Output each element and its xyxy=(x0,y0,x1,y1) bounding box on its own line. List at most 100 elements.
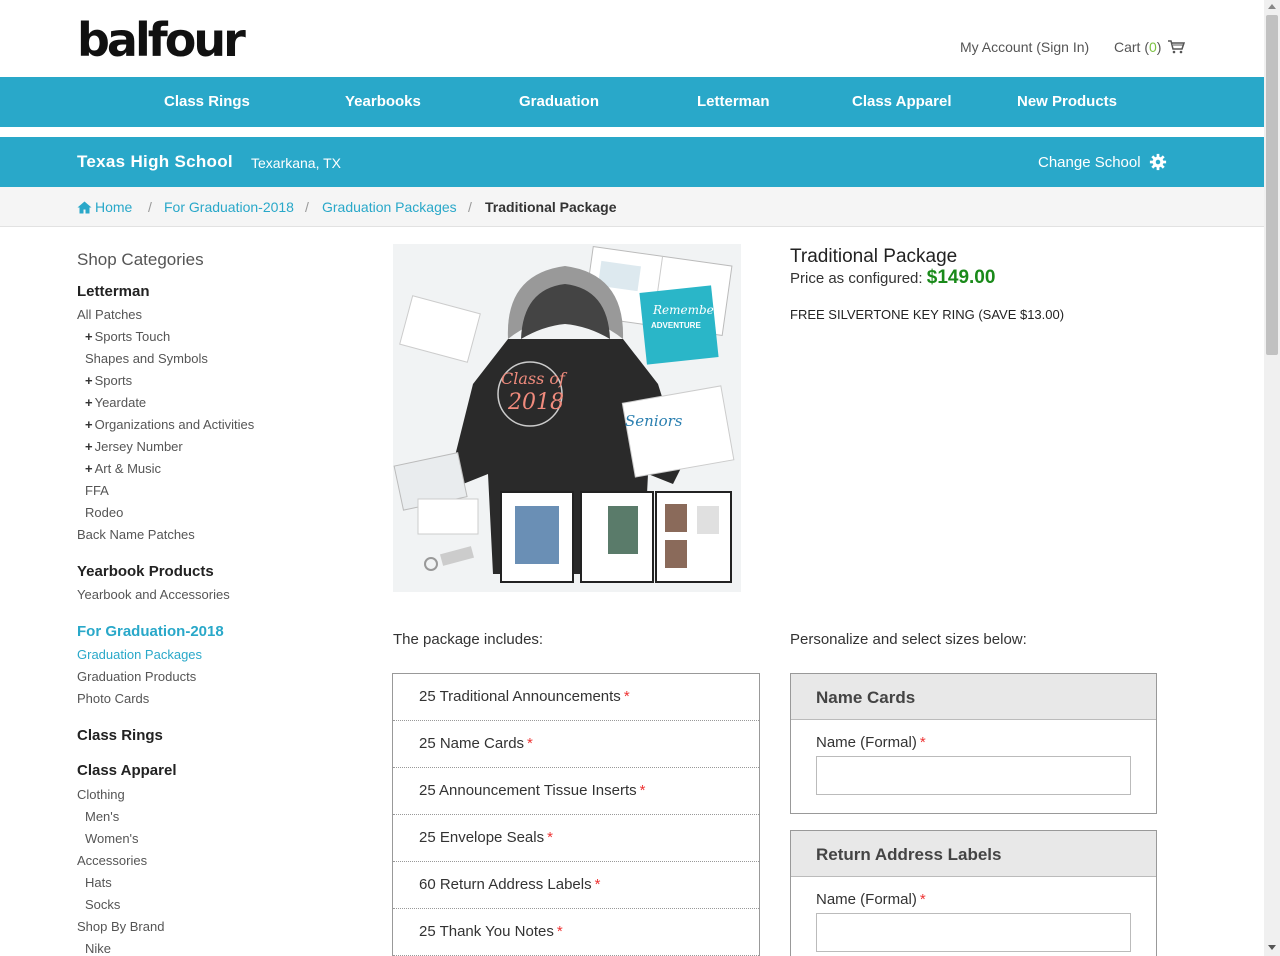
sidebar-item-label: Yeardate xyxy=(94,395,147,410)
sidebar-item-graduation-packages[interactable]: Graduation Packages xyxy=(77,647,202,662)
plus-icon: + xyxy=(85,417,93,432)
sidebar-item-sports[interactable]: + Sports xyxy=(85,373,132,388)
name-cards-heading: Name Cards xyxy=(791,674,1156,720)
name-formal-label-text: Name (Formal) xyxy=(816,891,917,908)
personalize-title: Personalize and select sizes below: xyxy=(790,631,1027,648)
envelope-white xyxy=(417,498,479,535)
school-bar: Texas High School Texarkana, TX Change S… xyxy=(0,137,1264,187)
sidebar-item-womens[interactable]: Women's xyxy=(85,831,139,846)
cart-count: 0 xyxy=(1149,39,1157,55)
change-school-label: Change School xyxy=(1038,153,1141,171)
return-address-name-input[interactable] xyxy=(816,913,1131,952)
breadcrumb-home-label: Home xyxy=(95,199,133,215)
announcement-card xyxy=(399,295,481,363)
sidebar-item-shop-by-brand[interactable]: Shop By Brand xyxy=(77,919,164,934)
sidebar-item-mens[interactable]: Men's xyxy=(85,809,119,824)
sidebar-yearbook-products[interactable]: Yearbook Products xyxy=(77,563,214,580)
nav-letterman[interactable]: Letterman xyxy=(697,93,770,110)
sidebar-item-art-music[interactable]: + Art & Music xyxy=(85,461,161,476)
nav-graduation[interactable]: Graduation xyxy=(519,93,599,110)
scrollbar-thumb[interactable] xyxy=(1266,15,1278,355)
nav-class-apparel[interactable]: Class Apparel xyxy=(852,93,952,110)
package-item: 25 Announcement Tissue Inserts * xyxy=(393,768,759,815)
sidebar-item-label: Organizations and Activities xyxy=(94,417,255,432)
package-item-label: 25 Name Cards xyxy=(419,735,525,752)
return-address-labels-panel: Return Address Labels Name (Formal) * xyxy=(790,830,1157,956)
breadcrumb-home[interactable]: Home xyxy=(77,199,132,215)
scroll-up-icon[interactable] xyxy=(1268,4,1276,9)
sidebar-item-shapes-symbols[interactable]: Shapes and Symbols xyxy=(85,351,208,366)
adventure-text: ADVENTURE xyxy=(651,321,701,330)
sidebar-class-apparel[interactable]: Class Apparel xyxy=(77,762,177,779)
name-formal-label: Name (Formal) * xyxy=(816,734,926,751)
cart-label-close: ) xyxy=(1156,39,1162,55)
sidebar-item-socks[interactable]: Socks xyxy=(85,897,120,912)
package-item-label: 25 Announcement Tissue Inserts xyxy=(419,782,637,799)
sidebar-class-rings[interactable]: Class Rings xyxy=(77,727,163,744)
sidebar-item-ffa[interactable]: FFA xyxy=(85,483,109,498)
sidebar-item-label: Jersey Number xyxy=(94,439,183,454)
package-item: 25 Thank You Notes * xyxy=(393,909,759,956)
sidebar-item-nike[interactable]: Nike xyxy=(85,941,111,956)
product-price: $149.00 xyxy=(926,267,996,288)
sidebar-item-hats[interactable]: Hats xyxy=(85,875,112,890)
breadcrumb-current: Traditional Package xyxy=(485,199,617,215)
plus-icon: + xyxy=(85,461,93,476)
price-line: Price as configured: $149.00 xyxy=(790,267,995,289)
package-item: 25 Name Cards * xyxy=(393,721,759,768)
sidebar-item-jersey-number[interactable]: + Jersey Number xyxy=(85,439,183,454)
sidebar-item-organizations[interactable]: + Organizations and Activities xyxy=(85,417,254,432)
sidebar-item-accessories[interactable]: Accessories xyxy=(77,853,147,868)
package-item-label: 25 Traditional Announcements xyxy=(419,688,621,705)
main-nav: Class Rings Yearbooks Graduation Letterm… xyxy=(0,77,1264,127)
scroll-down-icon[interactable] xyxy=(1268,945,1276,950)
cart-link[interactable]: Cart (0) xyxy=(1114,39,1186,55)
return-address-labels-heading: Return Address Labels xyxy=(791,831,1156,877)
plus-icon: + xyxy=(85,395,93,410)
name-cards-panel: Name Cards Name (Formal) * xyxy=(790,673,1157,814)
page-scrollbar[interactable] xyxy=(1264,0,1280,956)
sidebar-item-all-patches[interactable]: All Patches xyxy=(77,307,142,322)
cart-icon xyxy=(1168,40,1186,54)
nav-new-products[interactable]: New Products xyxy=(1017,93,1117,110)
change-school-button[interactable]: Change School xyxy=(1038,153,1167,171)
key-ring-graphic xyxy=(424,546,475,571)
breadcrumb: Home / For Graduation-2018 / Graduation … xyxy=(0,187,1264,227)
required-marker: * xyxy=(919,891,926,908)
seniors-text: Seniors xyxy=(625,412,683,430)
breadcrumb-separator: / xyxy=(148,199,152,215)
sidebar-item-graduation-products[interactable]: Graduation Products xyxy=(77,669,196,684)
plus-icon: + xyxy=(85,329,93,344)
nav-class-rings[interactable]: Class Rings xyxy=(164,93,250,110)
balfour-logo[interactable]: balfour xyxy=(77,14,246,66)
required-marker: * xyxy=(556,923,563,940)
sidebar-item-yeardate[interactable]: + Yeardate xyxy=(85,395,146,410)
product-title: Traditional Package xyxy=(790,246,958,267)
remember-text: Remember xyxy=(652,303,721,317)
school-name: Texas High School xyxy=(77,152,233,171)
sidebar-item-clothing[interactable]: Clothing xyxy=(77,787,125,802)
package-item: 25 Traditional Announcements * xyxy=(393,674,759,721)
class-of-text: Class of xyxy=(501,369,568,388)
sidebar-graduation-2018[interactable]: For Graduation-2018 xyxy=(77,623,224,640)
sidebar-item-yearbook-accessories[interactable]: Yearbook and Accessories xyxy=(77,587,230,602)
nav-yearbooks[interactable]: Yearbooks xyxy=(345,93,421,110)
sidebar-item-back-name-patches[interactable]: Back Name Patches xyxy=(77,527,195,542)
name-cards-name-input[interactable] xyxy=(816,756,1131,795)
breadcrumb-separator: / xyxy=(305,199,309,215)
sidebar-item-label: Sports Touch xyxy=(94,329,171,344)
plus-icon: + xyxy=(85,373,93,388)
required-marker: * xyxy=(547,829,553,846)
sidebar-item-photo-cards[interactable]: Photo Cards xyxy=(77,691,149,706)
sidebar-item-rodeo[interactable]: Rodeo xyxy=(85,505,123,520)
package-includes-title: The package includes: xyxy=(393,631,544,648)
my-account-link[interactable]: My Account (Sign In) xyxy=(960,39,1089,55)
home-icon xyxy=(77,201,92,213)
sidebar-letterman[interactable]: Letterman xyxy=(77,283,150,300)
breadcrumb-graduation-packages[interactable]: Graduation Packages xyxy=(322,199,457,215)
package-includes-list: 25 Traditional Announcements * 25 Name Ca… xyxy=(392,673,760,956)
breadcrumb-graduation-2018[interactable]: For Graduation-2018 xyxy=(164,199,294,215)
product-image[interactable]: Remember ADVENTURE Class of 2018 Seniors xyxy=(393,244,741,592)
sidebar-item-sports-touch[interactable]: + Sports Touch xyxy=(85,329,170,344)
cart-label: Cart ( xyxy=(1114,39,1149,55)
